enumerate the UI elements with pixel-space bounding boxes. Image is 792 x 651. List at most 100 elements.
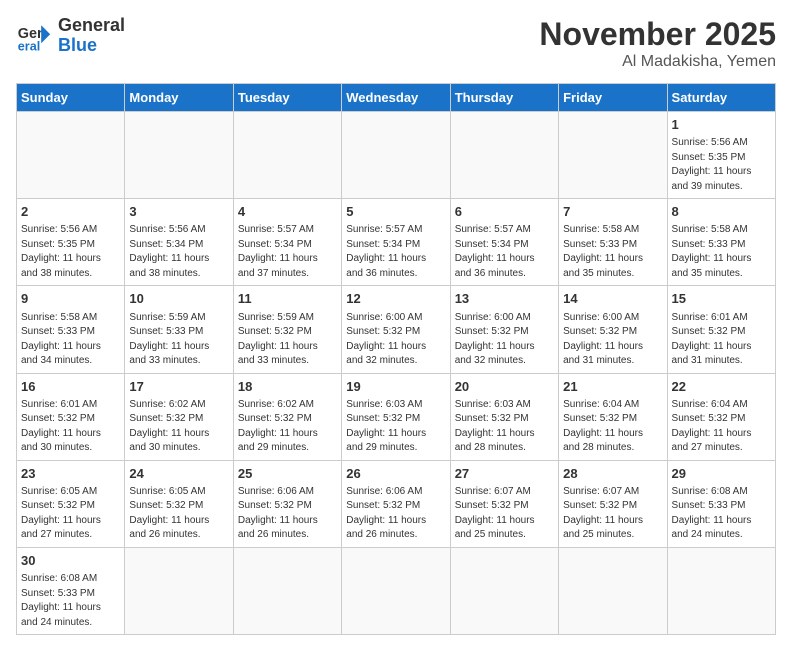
- calendar-cell: [125, 547, 233, 634]
- calendar-cell: 24Sunrise: 6:05 AM Sunset: 5:32 PM Dayli…: [125, 460, 233, 547]
- calendar-table: SundayMondayTuesdayWednesdayThursdayFrid…: [16, 83, 776, 635]
- day-info: Sunrise: 6:07 AM Sunset: 5:32 PM Dayligh…: [563, 485, 662, 543]
- day-info: Sunrise: 6:01 AM Sunset: 5:32 PM Dayligh…: [672, 311, 771, 369]
- day-number: 18: [238, 378, 337, 396]
- day-number: 28: [563, 465, 662, 483]
- calendar-week-3: 9 Sunrise: 5:58 AM Sunset: 5:33 PM Daylig…: [17, 286, 776, 373]
- day-info: Sunrise: 5:59 AM Sunset: 5:33 PM Dayligh…: [129, 311, 228, 369]
- calendar-cell: 18 Sunrise: 6:02 AM Sunset: 5:32 PM Dayli…: [233, 373, 341, 460]
- day-info: Sunrise: 6:00 AM Sunset: 5:32 PM Dayligh…: [563, 311, 662, 369]
- day-info: Sunrise: 6:08 AM Sunset: 5:33 PM Dayligh…: [21, 572, 120, 630]
- day-number: 12: [346, 290, 445, 308]
- day-number: 24: [129, 465, 228, 483]
- calendar-cell: 3 Sunrise: 5:56 AM Sunset: 5:34 PM Daylig…: [125, 199, 233, 286]
- day-info: Sunrise: 6:04 AM Sunset: 5:32 PM Dayligh…: [563, 398, 662, 456]
- calendar-cell: [125, 112, 233, 199]
- calendar-cell: [450, 547, 558, 634]
- day-number: 10: [129, 290, 228, 308]
- calendar-cell: [559, 112, 667, 199]
- day-number: 13: [455, 290, 554, 308]
- calendar-cell: 16 Sunrise: 6:01 AM Sunset: 5:32 PM Dayli…: [17, 373, 125, 460]
- calendar-cell: 15Sunrise: 6:01 AM Sunset: 5:32 PM Dayli…: [667, 286, 775, 373]
- day-number: 19: [346, 378, 445, 396]
- calendar-cell: 14Sunrise: 6:00 AM Sunset: 5:32 PM Dayli…: [559, 286, 667, 373]
- weekday-wednesday: Wednesday: [342, 84, 450, 112]
- weekday-saturday: Saturday: [667, 84, 775, 112]
- calendar-body: 1Sunrise: 5:56 AM Sunset: 5:35 PM Daylig…: [17, 112, 776, 635]
- weekday-sunday: Sunday: [17, 84, 125, 112]
- day-info: Sunrise: 5:57 AM Sunset: 5:34 PM Dayligh…: [346, 223, 445, 281]
- calendar-cell: 1Sunrise: 5:56 AM Sunset: 5:35 PM Daylig…: [667, 112, 775, 199]
- location-title: Al Madakisha, Yemen: [539, 53, 776, 71]
- day-number: 11: [238, 290, 337, 308]
- day-info: Sunrise: 5:56 AM Sunset: 5:34 PM Dayligh…: [129, 223, 228, 281]
- calendar-cell: 20Sunrise: 6:03 AM Sunset: 5:32 PM Dayli…: [450, 373, 558, 460]
- day-info: Sunrise: 5:59 AM Sunset: 5:32 PM Dayligh…: [238, 311, 337, 369]
- day-info: Sunrise: 6:00 AM Sunset: 5:32 PM Dayligh…: [346, 311, 445, 369]
- title-area: November 2025 Al Madakisha, Yemen: [539, 16, 776, 71]
- day-number: 29: [672, 465, 771, 483]
- calendar-cell: 27 Sunrise: 6:07 AM Sunset: 5:32 PM Dayli…: [450, 460, 558, 547]
- month-title: November 2025: [539, 16, 776, 53]
- day-number: 16: [21, 378, 120, 396]
- day-info: Sunrise: 5:56 AM Sunset: 5:35 PM Dayligh…: [672, 136, 771, 194]
- calendar-cell: 28 Sunrise: 6:07 AM Sunset: 5:32 PM Dayli…: [559, 460, 667, 547]
- day-info: Sunrise: 5:58 AM Sunset: 5:33 PM Dayligh…: [21, 311, 120, 369]
- calendar-cell: 19 Sunrise: 6:03 AM Sunset: 5:32 PM Dayli…: [342, 373, 450, 460]
- header: Gen eral General Blue November 2025 Al M…: [16, 16, 776, 71]
- calendar-cell: [342, 547, 450, 634]
- calendar-cell: 13 Sunrise: 6:00 AM Sunset: 5:32 PM Dayli…: [450, 286, 558, 373]
- day-info: Sunrise: 5:58 AM Sunset: 5:33 PM Dayligh…: [672, 223, 771, 281]
- calendar-cell: 9 Sunrise: 5:58 AM Sunset: 5:33 PM Daylig…: [17, 286, 125, 373]
- calendar-cell: 22Sunrise: 6:04 AM Sunset: 5:32 PM Dayli…: [667, 373, 775, 460]
- logo-icon: Gen eral: [16, 18, 52, 54]
- weekday-thursday: Thursday: [450, 84, 558, 112]
- day-number: 4: [238, 203, 337, 221]
- calendar-cell: 6 Sunrise: 5:57 AM Sunset: 5:34 PM Daylig…: [450, 199, 558, 286]
- calendar-cell: 7Sunrise: 5:58 AM Sunset: 5:33 PM Daylig…: [559, 199, 667, 286]
- day-info: Sunrise: 5:56 AM Sunset: 5:35 PM Dayligh…: [21, 223, 120, 281]
- day-info: Sunrise: 5:57 AM Sunset: 5:34 PM Dayligh…: [455, 223, 554, 281]
- calendar-cell: [342, 112, 450, 199]
- day-number: 25: [238, 465, 337, 483]
- calendar-week-6: 30Sunrise: 6:08 AM Sunset: 5:33 PM Dayli…: [17, 547, 776, 634]
- calendar-cell: 29 Sunrise: 6:08 AM Sunset: 5:33 PM Dayli…: [667, 460, 775, 547]
- calendar-week-5: 23Sunrise: 6:05 AM Sunset: 5:32 PM Dayli…: [17, 460, 776, 547]
- day-number: 17: [129, 378, 228, 396]
- calendar-cell: 25Sunrise: 6:06 AM Sunset: 5:32 PM Dayli…: [233, 460, 341, 547]
- weekday-tuesday: Tuesday: [233, 84, 341, 112]
- day-info: Sunrise: 6:03 AM Sunset: 5:32 PM Dayligh…: [346, 398, 445, 456]
- day-number: 20: [455, 378, 554, 396]
- calendar-cell: 30Sunrise: 6:08 AM Sunset: 5:33 PM Dayli…: [17, 547, 125, 634]
- day-info: Sunrise: 6:01 AM Sunset: 5:32 PM Dayligh…: [21, 398, 120, 456]
- calendar-cell: [233, 547, 341, 634]
- day-info: Sunrise: 6:08 AM Sunset: 5:33 PM Dayligh…: [672, 485, 771, 543]
- logo-text: General Blue: [58, 16, 125, 56]
- day-info: Sunrise: 6:02 AM Sunset: 5:32 PM Dayligh…: [238, 398, 337, 456]
- day-number: 27: [455, 465, 554, 483]
- calendar-cell: 26Sunrise: 6:06 AM Sunset: 5:32 PM Dayli…: [342, 460, 450, 547]
- day-info: Sunrise: 6:05 AM Sunset: 5:32 PM Dayligh…: [21, 485, 120, 543]
- day-info: Sunrise: 6:04 AM Sunset: 5:32 PM Dayligh…: [672, 398, 771, 456]
- day-number: 3: [129, 203, 228, 221]
- calendar-cell: 8Sunrise: 5:58 AM Sunset: 5:33 PM Daylig…: [667, 199, 775, 286]
- day-info: Sunrise: 6:07 AM Sunset: 5:32 PM Dayligh…: [455, 485, 554, 543]
- calendar-cell: 12 Sunrise: 6:00 AM Sunset: 5:32 PM Dayli…: [342, 286, 450, 373]
- logo: Gen eral General Blue: [16, 16, 125, 56]
- day-number: 5: [346, 203, 445, 221]
- calendar-cell: 5 Sunrise: 5:57 AM Sunset: 5:34 PM Daylig…: [342, 199, 450, 286]
- calendar-cell: [450, 112, 558, 199]
- day-number: 9: [21, 290, 120, 308]
- calendar-week-4: 16 Sunrise: 6:01 AM Sunset: 5:32 PM Dayli…: [17, 373, 776, 460]
- day-info: Sunrise: 6:02 AM Sunset: 5:32 PM Dayligh…: [129, 398, 228, 456]
- day-number: 6: [455, 203, 554, 221]
- calendar-cell: 11 Sunrise: 5:59 AM Sunset: 5:32 PM Dayli…: [233, 286, 341, 373]
- day-info: Sunrise: 6:00 AM Sunset: 5:32 PM Dayligh…: [455, 311, 554, 369]
- calendar-cell: [233, 112, 341, 199]
- svg-text:eral: eral: [18, 39, 40, 53]
- calendar-week-1: 1Sunrise: 5:56 AM Sunset: 5:35 PM Daylig…: [17, 112, 776, 199]
- calendar-cell: 21 Sunrise: 6:04 AM Sunset: 5:32 PM Dayli…: [559, 373, 667, 460]
- calendar-cell: 2 Sunrise: 5:56 AM Sunset: 5:35 PM Daylig…: [17, 199, 125, 286]
- day-number: 21: [563, 378, 662, 396]
- day-number: 2: [21, 203, 120, 221]
